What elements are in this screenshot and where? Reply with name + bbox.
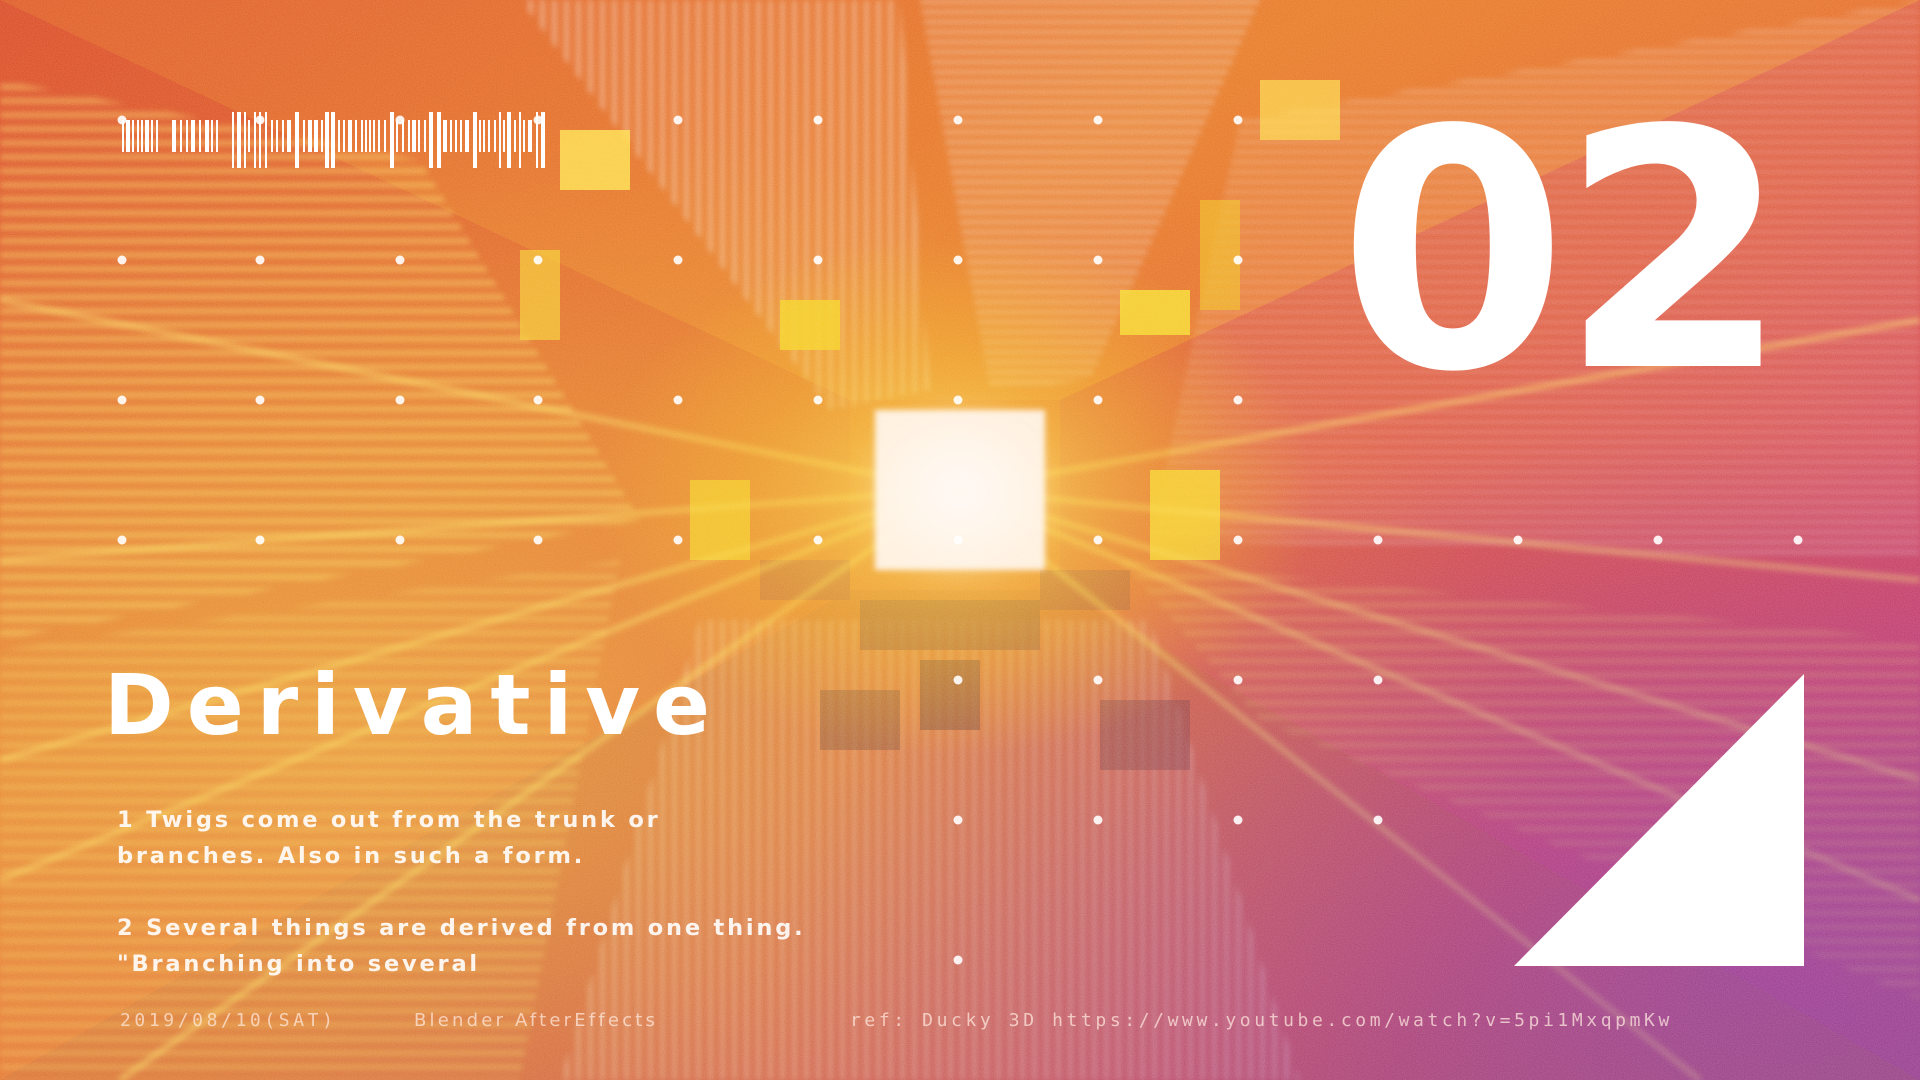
barcode-bar (361, 120, 363, 152)
barcode-bar (499, 112, 501, 168)
barcode-bar (343, 120, 345, 152)
barcode-bar (141, 120, 143, 152)
barcode-bar (473, 112, 477, 168)
barcode-bar (282, 120, 284, 152)
barcode-bar (254, 112, 256, 168)
barcode-bar (216, 120, 218, 152)
barcode-bar (528, 120, 532, 152)
barcode-bar (412, 120, 416, 152)
barcode-bar (265, 112, 267, 168)
barcode-bar (488, 120, 490, 152)
barcode-bar (483, 120, 485, 152)
barcode-bar (460, 120, 462, 152)
barcode-bar (325, 112, 329, 168)
artwork-number: 02 (1338, 60, 1789, 444)
barcode-bar (232, 112, 234, 168)
barcode-bar (402, 120, 404, 152)
barcode-bar (191, 120, 195, 152)
barcode-bar (205, 120, 209, 152)
barcode-bar (465, 120, 469, 152)
tools-label: Blender AfterEffects (414, 1010, 659, 1031)
barcode-bar (151, 120, 153, 152)
barcode-bar (384, 120, 386, 152)
barcode-bar (355, 120, 357, 152)
barcode-bar (378, 120, 380, 152)
barcode-bar (314, 120, 318, 152)
barcode-bar (338, 120, 340, 152)
barcode-bar (390, 112, 394, 168)
barcode-bar (519, 112, 521, 168)
barcode-bar (126, 120, 130, 152)
barcode-bar (237, 112, 241, 168)
barcode-bar (429, 112, 433, 168)
barcode-bar (211, 120, 213, 152)
barcode-bar (348, 120, 352, 152)
definition-1: 1 Twigs come out from the trunk or branc… (117, 807, 661, 869)
barcode-bar (259, 112, 261, 168)
barcode-bar (373, 120, 375, 152)
barcode-bar (437, 112, 441, 168)
barcode-bar (172, 120, 176, 152)
barcode-bar (180, 120, 182, 152)
barcode-bar (455, 120, 457, 152)
barcode-bar (503, 120, 505, 152)
barcode-bar (308, 120, 312, 152)
barcode-bar (276, 120, 278, 152)
barcode-bar (408, 120, 410, 152)
barcode-bar (479, 120, 481, 152)
barcode-bar (396, 120, 398, 152)
barcode-bar (156, 120, 158, 152)
barcode-bar (186, 120, 188, 152)
artwork-title: Derivative (104, 656, 724, 754)
barcode-bar (303, 120, 305, 152)
barcode-bar (271, 120, 273, 152)
barcode-bar (424, 120, 426, 152)
right-triangle-shape (1514, 674, 1804, 966)
barcode-bar (122, 120, 124, 152)
definition-2: 2 Several things are derived from one th… (117, 915, 806, 977)
barcode-bar (450, 120, 452, 152)
barcode-bar (365, 120, 367, 152)
barcode-bar (321, 120, 323, 152)
barcode-bar (244, 112, 246, 168)
barcode-bar (137, 120, 139, 152)
barcode-bar (369, 120, 371, 152)
barcode-graphic (122, 112, 545, 168)
barcode-bar (132, 120, 134, 152)
reference-link-text: ref: Ducky 3D https://www.youtube.com/wa… (850, 1010, 1673, 1031)
barcode-bar (248, 120, 250, 152)
barcode-bar (295, 112, 299, 168)
barcode-bar (523, 120, 525, 152)
poster-artwork: 02 Derivative 1 Twigs come out from the … (0, 0, 1920, 1080)
barcode-bar (443, 120, 447, 152)
barcode-bar (536, 112, 538, 168)
barcode-bar (287, 120, 291, 152)
barcode-bar (331, 112, 335, 168)
barcode-bar (418, 120, 420, 152)
barcode-bar (145, 120, 149, 152)
date-label: 2019/08/10(SAT) (120, 1010, 337, 1031)
barcode-bar (541, 112, 545, 168)
barcode-bar (494, 120, 496, 152)
barcode-bar (507, 112, 511, 168)
barcode-bar (199, 120, 201, 152)
barcode-bar (514, 120, 516, 152)
